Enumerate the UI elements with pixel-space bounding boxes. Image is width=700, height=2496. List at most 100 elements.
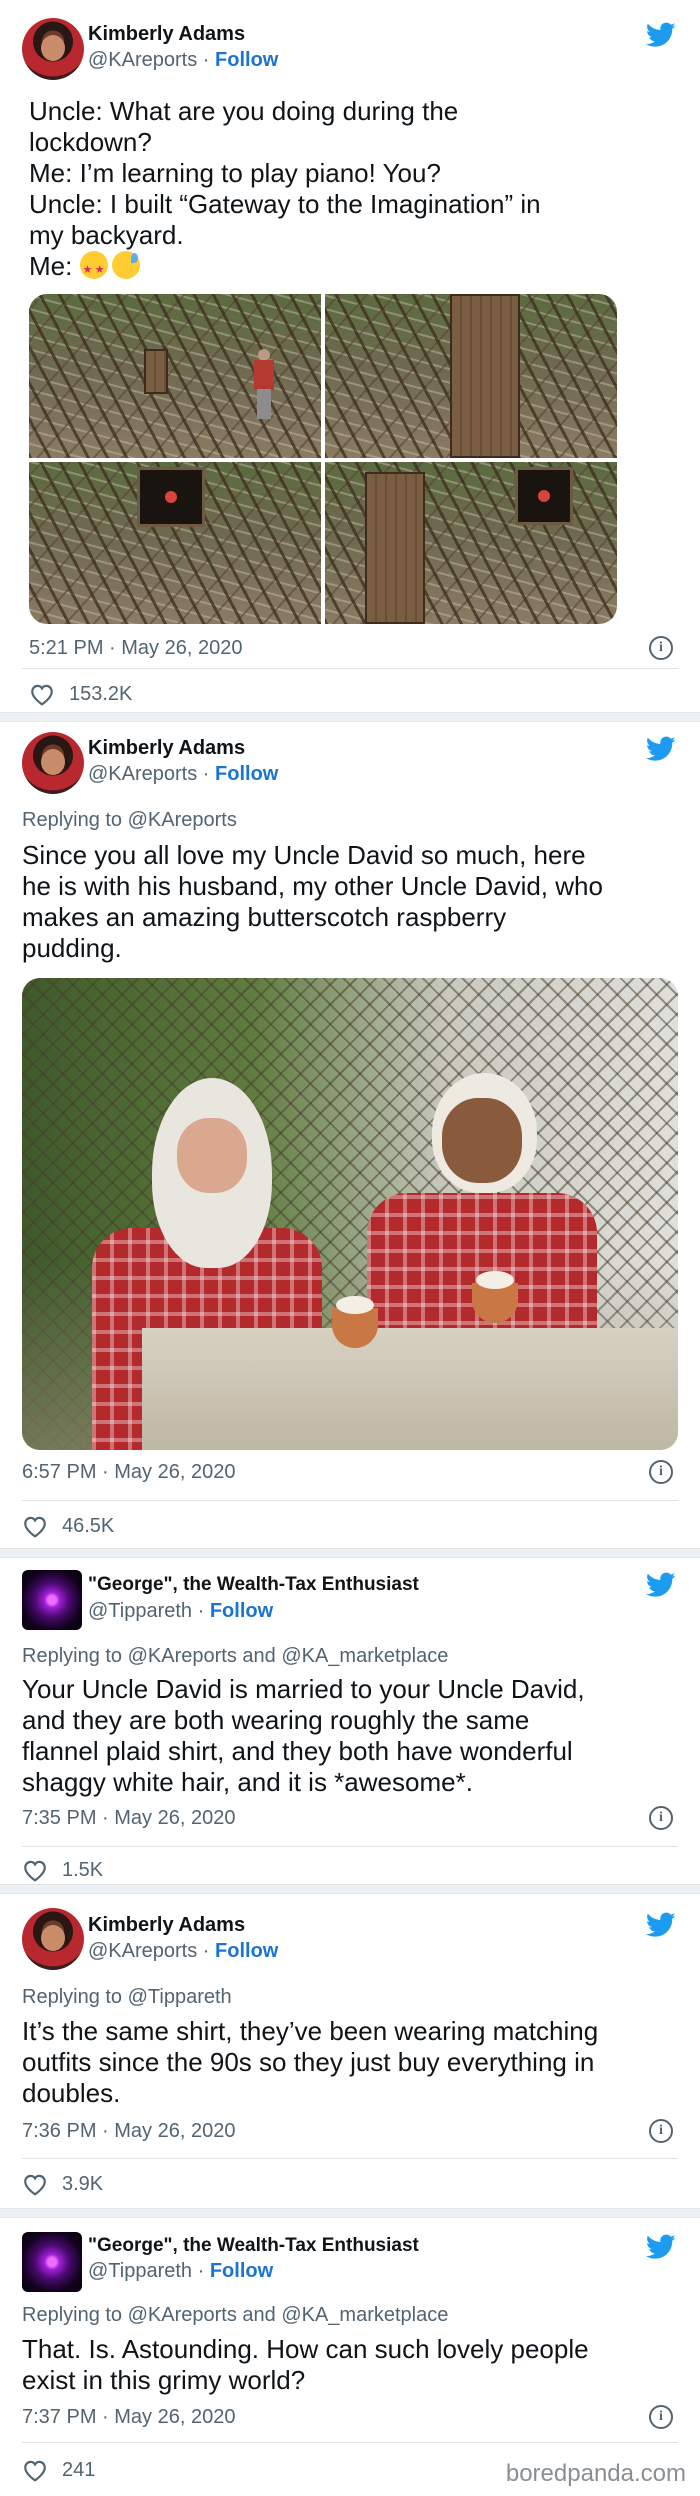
avatar[interactable] (22, 732, 84, 794)
twitter-bird-icon[interactable] (646, 1912, 676, 1938)
twitter-bird-icon[interactable] (646, 1572, 676, 1598)
like-action[interactable]: 241 (22, 2458, 95, 2482)
timestamp[interactable]: 7:36 PM · May 26, 2020 (22, 2120, 235, 2143)
media-image[interactable] (22, 978, 678, 1450)
replying-to[interactable]: Replying to @KAreports (22, 809, 237, 832)
author-name[interactable]: Kimberly Adams (88, 23, 245, 46)
heart-icon[interactable] (22, 2172, 48, 2196)
tweet-5: "George", the Wealth-Tax Enthusiast @Tip… (0, 2218, 700, 2496)
timestamp[interactable]: 7:37 PM · May 26, 2020 (22, 2406, 235, 2429)
follow-button[interactable]: Follow (215, 763, 278, 785)
author-handle-row: @Tippareth · Follow (88, 2260, 274, 2282)
grinning-sweat-emoji-icon (111, 251, 140, 279)
author-handle-row: @KAreports · Follow (88, 763, 279, 785)
like-count: 1.5K (62, 1858, 104, 1881)
tweet-4: Kimberly Adams @KAreports · Follow Reply… (0, 1894, 700, 2208)
avatar[interactable] (22, 2232, 82, 2292)
info-icon[interactable]: i (649, 1806, 673, 1830)
divider (22, 2442, 678, 2443)
author-handle[interactable]: @KAreports (88, 49, 197, 71)
twitter-bird-icon[interactable] (646, 736, 676, 762)
timestamp[interactable]: 5:21 PM · May 26, 2020 (29, 637, 242, 660)
tweet-text: Uncle: What are you doing during the loc… (29, 96, 669, 286)
author-handle[interactable]: @Tippareth (88, 2260, 192, 2282)
text-line: pudding. (22, 933, 122, 963)
tweet-separator (0, 1548, 700, 1558)
tweet-text: Your Uncle David is married to your Uncl… (22, 1674, 678, 1798)
follow-button[interactable]: Follow (210, 2260, 273, 2282)
follow-button[interactable]: Follow (215, 1940, 278, 1962)
author-handle-row: @KAreports · Follow (88, 1940, 279, 1962)
author-name[interactable]: Kimberly Adams (88, 737, 245, 760)
follow-button[interactable]: Follow (215, 49, 278, 71)
media-image-3[interactable] (29, 462, 321, 624)
author-handle[interactable]: @Tippareth (88, 1600, 192, 1622)
tweet-text: Since you all love my Uncle David so muc… (22, 840, 672, 964)
avatar[interactable] (22, 18, 84, 80)
media-grid[interactable] (29, 294, 617, 624)
author-handle-row: @Tippareth · Follow (88, 1600, 274, 1622)
tweet-separator (0, 2208, 700, 2218)
text-line: Me: I’m learning to play piano! You? (29, 158, 441, 188)
heart-icon[interactable] (22, 2458, 48, 2482)
follow-button[interactable]: Follow (210, 1600, 273, 1622)
heart-icon[interactable] (22, 1514, 48, 1538)
divider (22, 668, 678, 669)
replying-to[interactable]: Replying to @KAreports and @KA_marketpla… (22, 1645, 448, 1668)
info-icon[interactable]: i (649, 2405, 673, 2429)
text-line: and they are both wearing roughly the sa… (22, 1705, 530, 1735)
like-count: 241 (62, 2458, 96, 2481)
replying-to[interactable]: Replying to @Tippareth (22, 1986, 232, 2009)
avatar[interactable] (22, 1570, 82, 1630)
author-handle-row: @KAreports · Follow (88, 49, 279, 71)
like-action[interactable]: 153.2K (29, 682, 132, 706)
info-icon[interactable]: i (649, 1460, 673, 1484)
text-line: Uncle: I built “Gateway to the Imaginati… (29, 189, 541, 219)
author-name[interactable]: "George", the Wealth-Tax Enthusiast (88, 1574, 419, 1596)
heart-icon[interactable] (22, 1858, 48, 1882)
tweet-3: "George", the Wealth-Tax Enthusiast @Tip… (0, 1558, 700, 1884)
text-line: flannel plaid shirt, and they both have … (22, 1736, 573, 1766)
text-line: he is with his husband, my other Uncle D… (22, 871, 603, 901)
info-icon[interactable]: i (649, 636, 673, 660)
text-line: Since you all love my Uncle David so muc… (22, 840, 586, 870)
twitter-bird-icon[interactable] (646, 22, 676, 48)
text-line: It’s the same shirt, they’ve been wearin… (22, 2016, 599, 2046)
text-line: my backyard. (29, 220, 184, 250)
info-icon[interactable]: i (649, 2119, 673, 2143)
like-count: 3.9K (62, 2172, 104, 2195)
window-with-flower (515, 467, 573, 525)
tweet-1: Kimberly Adams @KAreports · Follow Uncle… (0, 0, 700, 712)
author-handle[interactable]: @KAreports (88, 1940, 197, 1962)
text-line: Your Uncle David is married to your Uncl… (22, 1674, 585, 1704)
media-image-4[interactable] (325, 462, 617, 624)
patio-table (142, 1328, 678, 1450)
gateway-door (450, 294, 520, 458)
like-count: 153.2K (69, 682, 133, 705)
text-line: That. Is. Astounding. How can such lovel… (22, 2334, 589, 2364)
timestamp[interactable]: 7:35 PM · May 26, 2020 (22, 1807, 235, 1830)
heart-icon[interactable] (29, 682, 55, 706)
watermark: boredpanda.com (505, 2460, 686, 2487)
replying-to[interactable]: Replying to @KAreports and @KA_marketpla… (22, 2304, 448, 2327)
timestamp[interactable]: 6:57 PM · May 26, 2020 (22, 1461, 235, 1484)
media-image-1[interactable] (29, 294, 321, 458)
like-action[interactable]: 1.5K (22, 1858, 103, 1882)
text-line: makes an amazing butterscotch raspberry (22, 902, 507, 932)
star-struck-emoji-icon (79, 251, 108, 286)
window-with-flower (137, 467, 205, 527)
media-image-2[interactable] (325, 294, 617, 458)
like-action[interactable]: 46.5K (22, 1514, 114, 1538)
text-line: exist in this grimy world? (22, 2365, 306, 2395)
tweet-text: It’s the same shirt, they’ve been wearin… (22, 2016, 678, 2109)
tweet-2: Kimberly Adams @KAreports · Follow Reply… (0, 722, 700, 1548)
twitter-bird-icon[interactable] (646, 2234, 676, 2260)
tweet-text: That. Is. Astounding. How can such lovel… (22, 2334, 678, 2396)
author-name[interactable]: "George", the Wealth-Tax Enthusiast (88, 2235, 419, 2257)
like-action[interactable]: 3.9K (22, 2172, 103, 2196)
uncle-figure (254, 349, 274, 419)
author-handle[interactable]: @KAreports (88, 763, 197, 785)
avatar[interactable] (22, 1908, 84, 1970)
author-name[interactable]: Kimberly Adams (88, 1914, 245, 1937)
text-line: doubles. (22, 2078, 121, 2108)
